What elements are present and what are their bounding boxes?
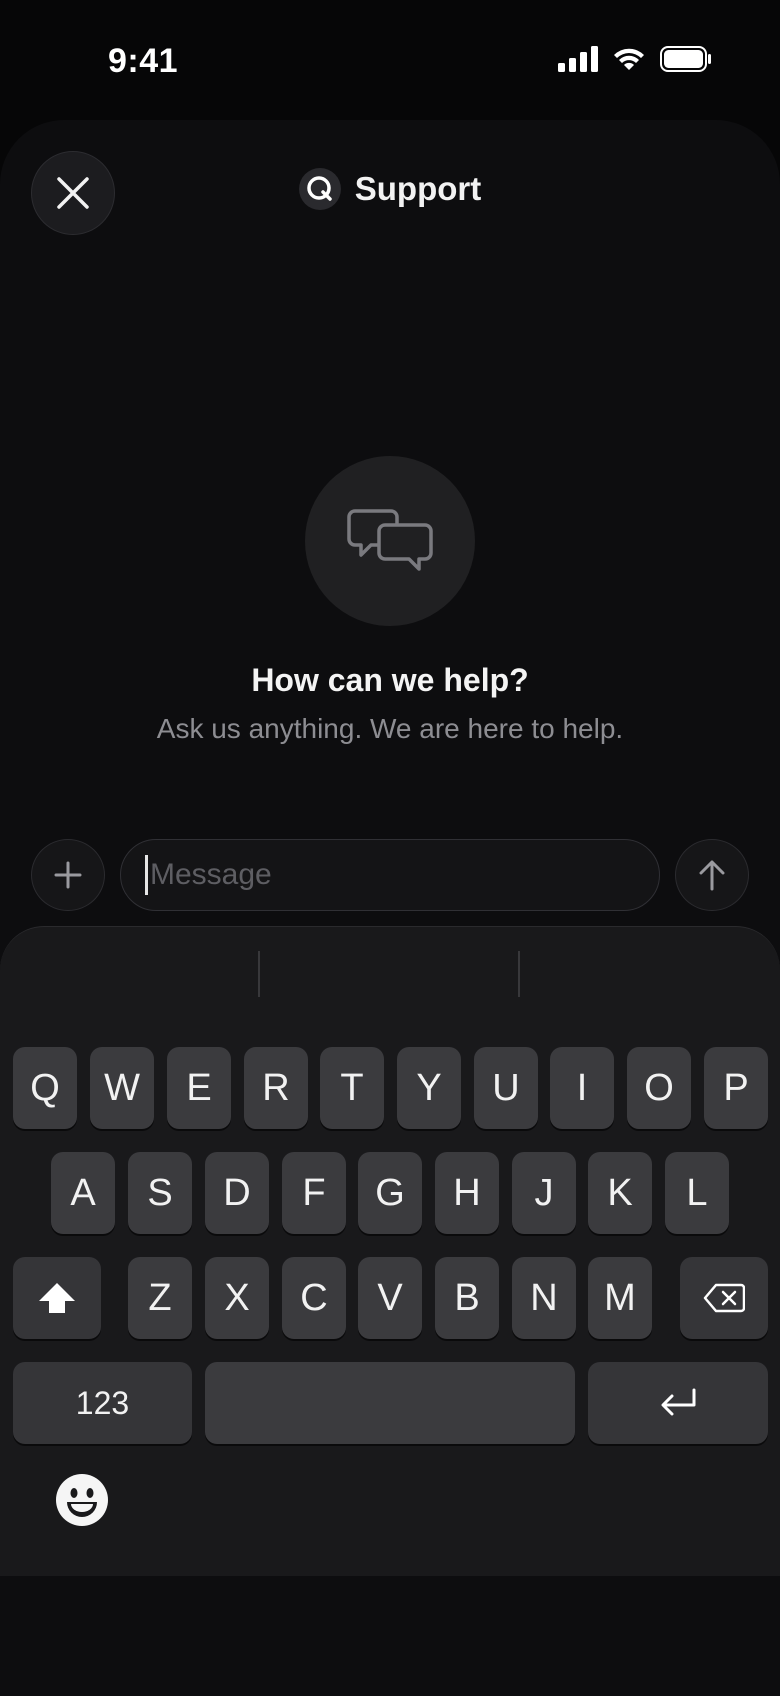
key-k[interactable]: K (588, 1152, 652, 1234)
key-t[interactable]: T (320, 1047, 384, 1129)
numbers-key[interactable]: 123 (13, 1362, 192, 1444)
message-composer: Message (0, 838, 780, 912)
backspace-key[interactable] (680, 1257, 768, 1339)
status-bar: 9:41 (0, 0, 780, 120)
shift-icon (39, 1283, 75, 1313)
attach-button[interactable] (31, 839, 105, 911)
key-x[interactable]: X (205, 1257, 269, 1339)
empty-state-title: How can we help? (251, 662, 529, 698)
space-key[interactable] (205, 1362, 575, 1444)
status-time: 9:41 (108, 42, 179, 80)
key-m[interactable]: M (588, 1257, 652, 1339)
emoji-icon (56, 1474, 108, 1526)
arrow-up-icon (699, 860, 725, 891)
key-i[interactable]: I (550, 1047, 614, 1129)
plus-icon (54, 861, 82, 889)
page-title: Support (354, 170, 482, 207)
key-e[interactable]: E (167, 1047, 231, 1129)
suggestion-bar (0, 927, 780, 1017)
key-j[interactable]: J (512, 1152, 576, 1234)
key-a[interactable]: A (51, 1152, 115, 1234)
wifi-icon (614, 48, 644, 70)
text-caret (145, 855, 148, 895)
key-l[interactable]: L (665, 1152, 729, 1234)
key-v[interactable]: V (358, 1257, 422, 1339)
battery-icon (660, 46, 711, 72)
emoji-button[interactable] (55, 1473, 109, 1527)
header-title: Support (0, 168, 780, 210)
key-o[interactable]: O (627, 1047, 691, 1129)
key-p[interactable]: P (704, 1047, 768, 1129)
support-logo-icon (298, 168, 341, 210)
key-f[interactable]: F (282, 1152, 346, 1234)
key-y[interactable]: Y (397, 1047, 461, 1129)
suggestion-divider (258, 951, 260, 997)
return-key[interactable] (588, 1362, 768, 1444)
key-n[interactable]: N (512, 1257, 576, 1339)
suggestion-divider (518, 951, 520, 997)
key-r[interactable]: R (244, 1047, 308, 1129)
key-u[interactable]: U (474, 1047, 538, 1129)
key-s[interactable]: S (128, 1152, 192, 1234)
shift-key[interactable] (13, 1257, 101, 1339)
empty-state-subtitle: Ask us anything. We are here to help. (156, 713, 624, 744)
backspace-icon (703, 1283, 745, 1313)
empty-state: How can we help? Ask us anything. We are… (0, 456, 780, 745)
key-q[interactable]: Q (13, 1047, 77, 1129)
key-b[interactable]: B (435, 1257, 499, 1339)
send-button[interactable] (675, 839, 749, 911)
key-h[interactable]: H (435, 1152, 499, 1234)
keyboard: Q W E R T Y U I O P A S D F G H J K L Z … (0, 926, 780, 1576)
status-icons (558, 46, 712, 72)
message-placeholder: Message (150, 858, 272, 891)
key-w[interactable]: W (90, 1047, 154, 1129)
key-c[interactable]: C (282, 1257, 346, 1339)
key-g[interactable]: G (358, 1152, 422, 1234)
message-input[interactable]: Message (120, 839, 660, 911)
key-z[interactable]: Z (128, 1257, 192, 1339)
chat-bubbles-icon (305, 456, 475, 626)
return-icon (661, 1388, 696, 1416)
cellular-signal-icon (558, 46, 598, 72)
key-d[interactable]: D (205, 1152, 269, 1234)
